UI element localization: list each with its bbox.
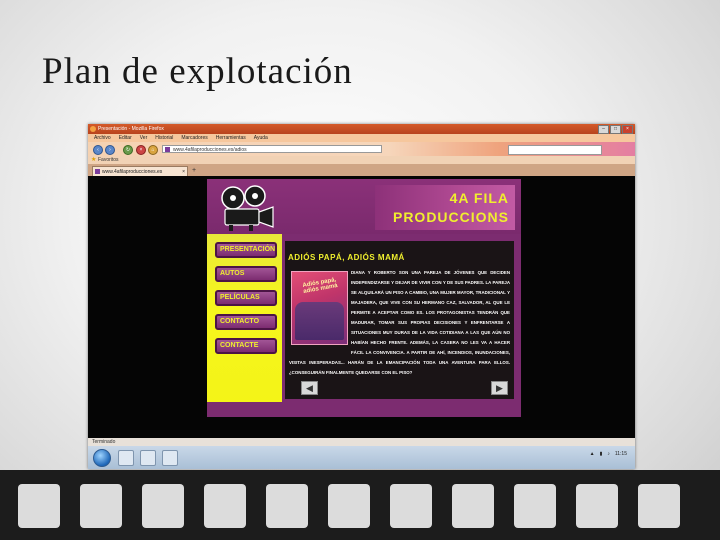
nav-autos[interactable]: AUTOS bbox=[215, 266, 277, 282]
site-favicon bbox=[165, 147, 170, 152]
film-hole bbox=[142, 484, 184, 528]
explorer-taskbar-icon[interactable] bbox=[140, 450, 156, 466]
menu-editar[interactable]: Editar bbox=[119, 134, 132, 142]
minimize-button[interactable]: – bbox=[598, 125, 609, 134]
window-titlebar: Presentación - Mozilla Firefox – □ × bbox=[88, 124, 635, 134]
new-tab-button[interactable]: + bbox=[192, 166, 196, 176]
site-sidebar: PRESENTACIÓN AUTOS PELÍCULAS CONTACTO CO… bbox=[207, 234, 282, 402]
home-icon[interactable]: ⌂ bbox=[148, 145, 158, 155]
menu-bar: Archivo Editar Ver Historial Marcadores … bbox=[88, 134, 635, 142]
film-hole bbox=[80, 484, 122, 528]
volume-icon[interactable]: ♪ bbox=[607, 451, 610, 457]
start-button[interactable] bbox=[93, 449, 111, 467]
menu-archivo[interactable]: Archivo bbox=[94, 134, 111, 142]
previous-arrow-button[interactable]: ◀ bbox=[301, 381, 318, 395]
menu-herramientas[interactable]: Herramientas bbox=[216, 134, 246, 142]
status-bar: Terminado bbox=[88, 438, 635, 446]
film-hole bbox=[638, 484, 680, 528]
film-hole bbox=[576, 484, 618, 528]
film-camera-logo bbox=[221, 185, 274, 231]
maximize-button[interactable]: □ bbox=[610, 125, 621, 134]
article-panel: ADIÓS PAPÁ, ADIÓS MAMÁ Adiós papá, adiós… bbox=[285, 241, 514, 399]
clock[interactable]: 11:15 bbox=[615, 451, 627, 457]
url-text: www.4afilaproducciones.es/adios bbox=[173, 147, 247, 153]
film-hole bbox=[18, 484, 60, 528]
menu-ver[interactable]: Ver bbox=[140, 134, 148, 142]
tray-arrow-icon[interactable]: ▲ bbox=[590, 451, 595, 457]
nav-presentacion[interactable]: PRESENTACIÓN bbox=[215, 242, 277, 258]
navigation-toolbar: ‹ › ↻ × ⌂ www.4afilaproducciones.es/adio… bbox=[88, 142, 635, 156]
browser-screenshot: Presentación - Mozilla Firefox – □ × Arc… bbox=[88, 124, 635, 469]
menu-ayuda[interactable]: Ayuda bbox=[254, 134, 268, 142]
bookmarks-bar: ★ Favoritos bbox=[88, 156, 635, 164]
brand-banner: 4A FILA PRODUCCIONS bbox=[375, 185, 515, 230]
brand-line1: 4A FILA bbox=[449, 190, 509, 206]
window-title: Presentación - Mozilla Firefox bbox=[98, 126, 164, 132]
brand-line2: PRODUCCIONS bbox=[392, 209, 509, 225]
article-body: DIANA Y ROBERTO SON UNA PAREJA DE JÓVENE… bbox=[289, 268, 510, 378]
film-hole bbox=[452, 484, 494, 528]
site-header: 4A FILA PRODUCCIONS bbox=[207, 179, 521, 234]
media-taskbar-icon[interactable] bbox=[162, 450, 178, 466]
ie-taskbar-icon[interactable] bbox=[118, 450, 134, 466]
windows-taskbar: ▲ ▮ ♪ 11:15 bbox=[88, 446, 635, 469]
close-button[interactable]: × bbox=[622, 125, 633, 134]
system-tray: ▲ ▮ ♪ 11:15 bbox=[590, 451, 627, 457]
nav-contacto[interactable]: CONTACTO bbox=[215, 314, 277, 330]
nav-contacte[interactable]: CONTACTE bbox=[215, 338, 277, 354]
firefox-icon bbox=[90, 126, 96, 132]
menu-historial[interactable]: Historial bbox=[155, 134, 173, 142]
forward-icon[interactable]: › bbox=[105, 145, 115, 155]
menu-marcadores[interactable]: Marcadores bbox=[181, 134, 207, 142]
search-input[interactable] bbox=[508, 145, 602, 155]
stop-icon[interactable]: × bbox=[136, 145, 146, 155]
tab-active[interactable]: www.4afilaproducciones.es × bbox=[92, 166, 188, 176]
url-input[interactable]: www.4afilaproducciones.es/adios bbox=[162, 145, 382, 153]
film-hole bbox=[266, 484, 308, 528]
film-hole bbox=[390, 484, 432, 528]
page-viewport: 4A FILA PRODUCCIONS PRESENTACIÓN AUTOS P… bbox=[88, 176, 635, 438]
website: 4A FILA PRODUCCIONS PRESENTACIÓN AUTOS P… bbox=[207, 179, 521, 417]
star-icon: ★ bbox=[91, 157, 97, 163]
network-icon[interactable]: ▮ bbox=[600, 451, 603, 457]
article-title: ADIÓS PAPÁ, ADIÓS MAMÁ bbox=[288, 253, 405, 262]
back-icon[interactable]: ‹ bbox=[93, 145, 103, 155]
reload-icon[interactable]: ↻ bbox=[123, 145, 133, 155]
tab-favicon bbox=[95, 169, 100, 174]
bookmarks-label[interactable]: Favoritos bbox=[98, 157, 119, 163]
slide-title: Plan de explotación bbox=[42, 51, 353, 92]
film-hole bbox=[204, 484, 246, 528]
next-arrow-button[interactable]: ▶ bbox=[491, 381, 508, 395]
film-strip bbox=[0, 470, 720, 540]
tab-title: www.4afilaproducciones.es bbox=[102, 169, 163, 175]
tab-bar: www.4afilaproducciones.es × + bbox=[88, 164, 635, 176]
film-hole bbox=[328, 484, 370, 528]
film-hole bbox=[514, 484, 556, 528]
nav-peliculas[interactable]: PELÍCULAS bbox=[215, 290, 277, 306]
